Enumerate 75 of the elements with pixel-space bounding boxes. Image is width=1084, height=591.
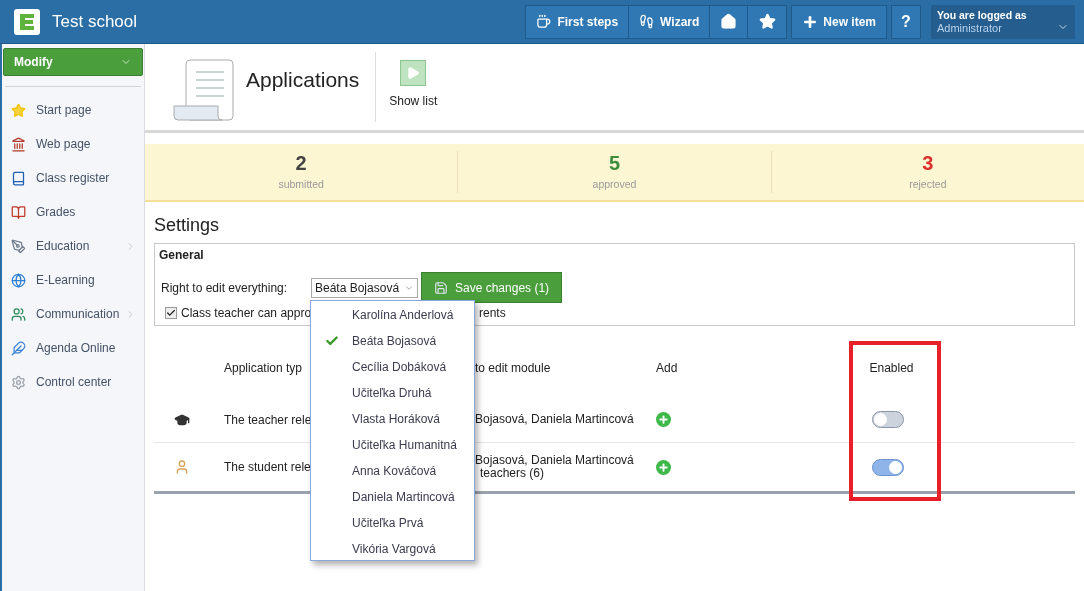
feather-icon (11, 340, 26, 356)
play-icon (400, 60, 427, 86)
checkbox-label: Class teacher can appro (181, 306, 312, 320)
dropdown-option[interactable]: Cecília Dobáková (311, 354, 474, 380)
checkbox-label: rents (479, 305, 506, 322)
stat-value: 5 (608, 151, 621, 174)
toolbar-button[interactable]: First steps (526, 5, 630, 38)
sidebar-item[interactable]: E-Learning (2, 263, 144, 297)
table-cell-text: teachers (6) (480, 467, 546, 480)
dropdown-option[interactable]: Daniela Martincová (311, 484, 474, 510)
toggle-switch[interactable] (871, 411, 904, 428)
dropdown-option[interactable]: Beáta Bojasová (311, 328, 474, 354)
column-header: Add (656, 360, 678, 375)
cup-icon (536, 14, 552, 29)
app-title: Test school (52, 10, 138, 33)
field-label: Right to edit everything: (161, 279, 289, 297)
table-cell-text: Bojasová, Daniela Martincová (475, 454, 635, 467)
favorites-button[interactable] (748, 5, 787, 38)
stat-label: rejected (909, 176, 947, 192)
user-name: Administrator (937, 21, 1002, 35)
home-button[interactable] (710, 5, 749, 38)
pen-icon (11, 238, 26, 254)
show-list-button[interactable]: Show list (389, 60, 438, 110)
star-icon (11, 102, 26, 118)
column-header: to edit module (475, 360, 551, 375)
person-select[interactable]: Beáta Bojasová (311, 277, 418, 298)
dropdown-option[interactable]: Vlasta Horáková (311, 406, 474, 432)
home-icon (720, 13, 738, 30)
stat-label: approved (592, 176, 637, 192)
table-cell: The teacher rele (224, 412, 312, 427)
table-cell-text: Bojasová, Daniela Martincová (475, 413, 635, 426)
dropdown-option[interactable]: Učiteľka Druhá (311, 380, 474, 406)
sidebar-item[interactable]: Education (2, 229, 144, 263)
checkbox[interactable] (165, 307, 177, 319)
stat-value: 3 (922, 151, 934, 174)
person-icon (174, 459, 190, 475)
table-cell: The student rele (224, 460, 311, 474)
sidebar-item[interactable]: Start page (2, 93, 144, 127)
dropdown-option[interactable]: Karolína Anderlová (311, 302, 474, 328)
stat-value: 2 (295, 151, 307, 174)
dropdown-option[interactable]: Učiteľka Prvá (311, 510, 474, 536)
toggle-switch[interactable] (871, 458, 904, 476)
panel-title: General (159, 247, 204, 264)
sidebar-item[interactable]: Control center (2, 365, 144, 399)
floppy-icon (434, 280, 448, 295)
section-title: Settings (154, 214, 221, 236)
document-icon (172, 58, 234, 122)
help-button[interactable]: ? (891, 4, 921, 39)
plus-icon (802, 13, 819, 30)
column-header: Application typ (224, 360, 303, 375)
sidebar-item[interactable]: Agenda Online (2, 331, 144, 365)
stat-label: submitted (278, 176, 324, 192)
dropdown-option[interactable]: Učiteľka Humanitná (311, 432, 474, 458)
new-item-button[interactable]: New item (791, 4, 887, 39)
column-header: Enabled (869, 359, 914, 377)
sidebar-item[interactable]: Class register (2, 161, 144, 195)
add-button[interactable] (656, 459, 671, 475)
logo-icon (14, 8, 40, 35)
globe-icon (11, 272, 26, 288)
sidebar-item[interactable]: Grades (2, 195, 144, 229)
add-button[interactable] (656, 412, 671, 427)
gear-icon (11, 374, 26, 390)
check-icon (166, 308, 176, 318)
page-title: Applications (246, 67, 360, 93)
dropdown-option[interactable]: Vikória Vargová (311, 536, 474, 562)
sidebar-item[interactable]: Web page (2, 127, 144, 161)
sidebar-item[interactable]: Communication (2, 297, 144, 331)
star-icon (758, 13, 776, 30)
toolbar-button[interactable]: Wizard (629, 5, 711, 38)
user-menu[interactable]: You are logged as Administrator (931, 4, 1075, 39)
dropdown-option[interactable]: Anna Kováčová (311, 458, 474, 484)
book-icon (11, 204, 26, 220)
book-icon (11, 170, 26, 186)
people-icon (11, 306, 26, 322)
user-caption: You are logged as (937, 8, 1028, 22)
